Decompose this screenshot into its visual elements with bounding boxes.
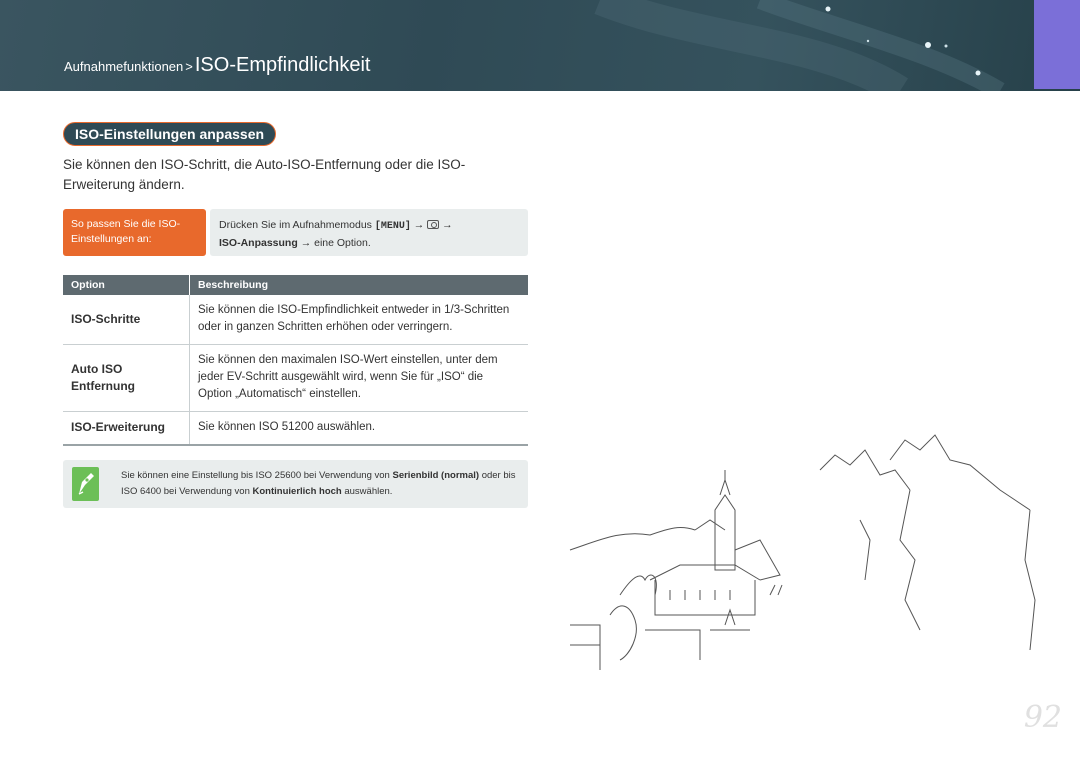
note-text-part-1: Sie können eine Einstellung bis ISO 2560… (121, 470, 390, 481)
option-name: Auto ISO Entfernung (63, 344, 190, 412)
option-description: Sie können ISO 51200 auswählen. (189, 411, 528, 446)
howto-line-2-text: eine Option. (314, 237, 371, 249)
column-header-option: Option (63, 275, 190, 295)
table-header-row: Option Beschreibung (63, 275, 528, 295)
howto-instructions: Drücken Sie im Aufnahmemodus [MENU] → → … (210, 209, 528, 256)
option-name: ISO-Schritte (63, 295, 190, 345)
option-name: ISO-Erweiterung (63, 411, 190, 446)
note-box: Sie können eine Einstellung bis ISO 2560… (63, 460, 528, 508)
howto-line-1: Drücken Sie im Aufnahmemodus [MENU] → → (219, 217, 528, 235)
page-title: ISO-Empfindlichkeit (194, 54, 371, 76)
howto-menu-item: ISO-Anpassung (219, 237, 298, 249)
breadcrumb-separator: > (185, 59, 193, 74)
note-text: Sie können eine Einstellung bis ISO 2560… (121, 468, 521, 500)
arrow-icon: → (442, 219, 453, 231)
menu-key: [MENU] (374, 221, 411, 232)
column-header-description: Beschreibung (189, 275, 528, 295)
howto-line-1-text: Drücken Sie im Aufnahmemodus (219, 219, 372, 231)
header-decoration (594, 0, 1005, 91)
page-number: 92 (1023, 700, 1062, 735)
howto-line-2: ISO-Anpassung → eine Option. (219, 235, 528, 251)
note-highlight-1: Serienbild (normal) (392, 470, 480, 481)
table-row: ISO-Schritte Sie können die ISO-Empfindl… (63, 295, 528, 345)
table-row: ISO-Erweiterung Sie können ISO 51200 aus… (63, 411, 528, 446)
section-title: ISO-Einstellungen anpassen (63, 122, 277, 146)
options-table: Option Beschreibung ISO-Schritte Sie kön… (63, 275, 528, 446)
option-description: Sie können den maximalen ISO-Wert einste… (189, 344, 528, 412)
arrow-icon: → (413, 219, 425, 231)
village-sketch-illustration (569, 434, 1036, 670)
option-description: Sie können die ISO-Empfindlichkeit entwe… (189, 295, 528, 345)
camera-icon (427, 220, 440, 229)
table-row: Auto ISO Entfernung Sie können den maxim… (63, 344, 528, 412)
intro-text: Sie können den ISO-Schritt, die Auto-ISO… (63, 157, 466, 192)
pen-nib-icon (72, 467, 99, 501)
note-highlight-2: Kontinuierlich hoch (252, 486, 342, 497)
howto-label: So passen Sie die ISO-Einstellungen an: (63, 209, 206, 256)
breadcrumb-parent[interactable]: Aufnahmefunktionen (64, 59, 183, 74)
arrow-icon: → (300, 237, 312, 249)
header-accent-bar (1034, 0, 1080, 89)
breadcrumb: Aufnahmefunktionen > ISO-Empfindlichkeit (64, 54, 370, 77)
note-text-part-3: auswählen. (344, 486, 393, 497)
page-header: Aufnahmefunktionen > ISO-Empfindlichkeit (0, 0, 1080, 91)
